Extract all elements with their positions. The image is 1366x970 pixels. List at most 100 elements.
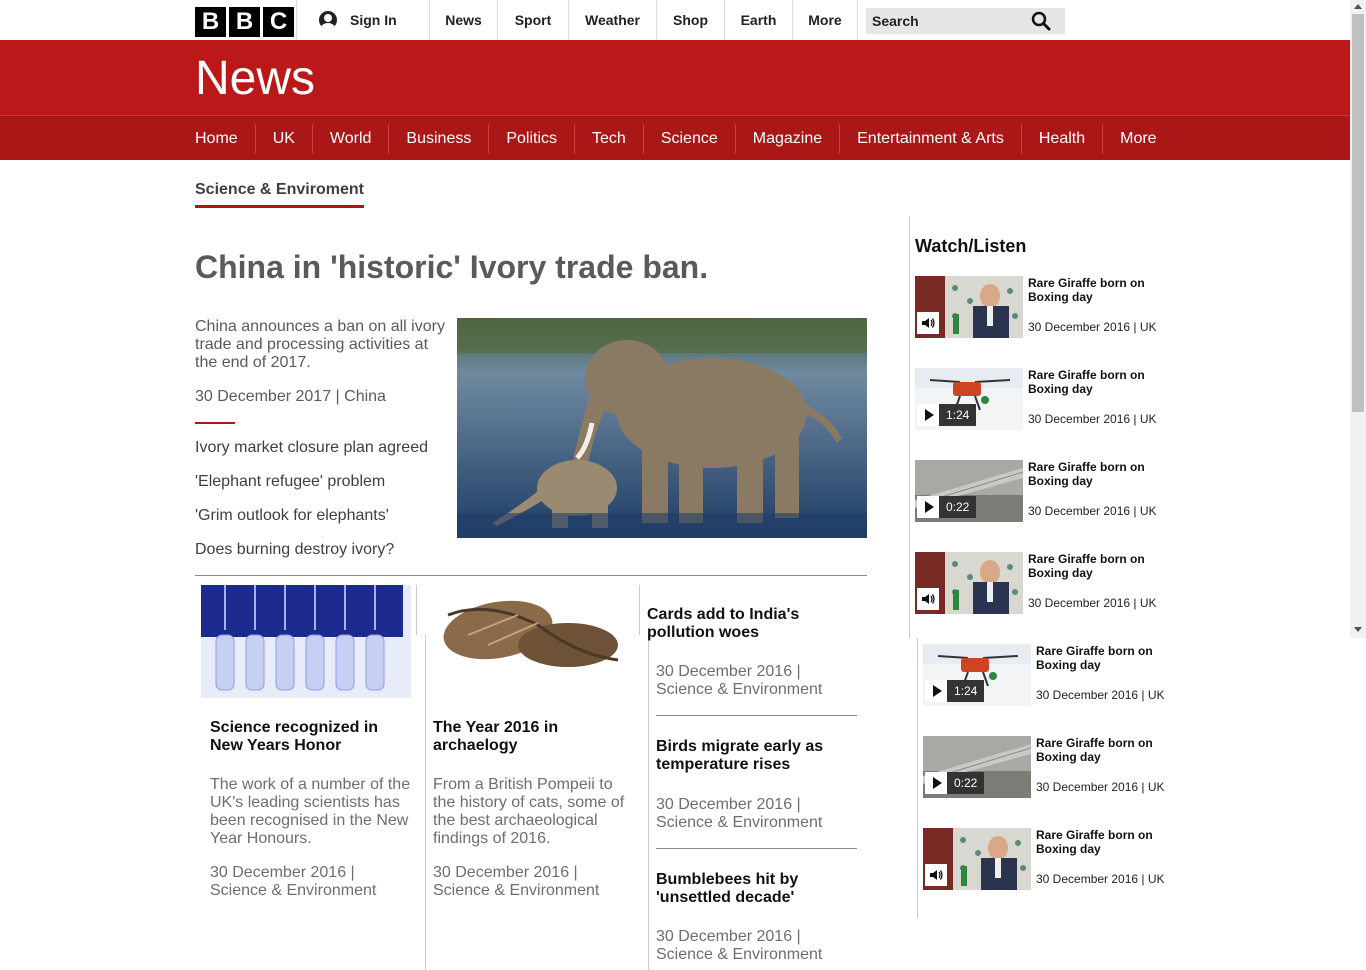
watch-listen-title[interactable]: Rare Giraffe born on Boxing day xyxy=(1036,828,1166,872)
user-icon xyxy=(319,11,337,29)
watch-listen-title[interactable]: Rare Giraffe born on Boxing day xyxy=(1036,644,1166,688)
list-story-title[interactable]: Bumblebees hit by 'unsettled decade' xyxy=(656,871,856,907)
watch-listen-thumbnail[interactable]: 1:24 xyxy=(923,644,1031,706)
watch-listen-item[interactable]: 0:22 Rare Giraffe born on Boxing day 30 De… xyxy=(915,460,1158,530)
play-icon[interactable] xyxy=(925,680,947,702)
scroll-down-arrow-icon[interactable] xyxy=(1354,627,1362,632)
watch-listen-date: 30 December 2016 | UK xyxy=(1028,504,1157,518)
watch-listen-item[interactable]: Rare Giraffe born on Boxing day 30 Decemb… xyxy=(923,828,1166,898)
global-nav-more[interactable]: More xyxy=(792,0,858,40)
watch-listen-thumbnail[interactable]: 0:22 xyxy=(923,736,1031,798)
watch-listen-thumbnail[interactable] xyxy=(915,552,1023,614)
global-nav-weather[interactable]: Weather xyxy=(568,0,656,40)
subnav-world[interactable]: World xyxy=(313,123,390,154)
list-story-title[interactable]: Cards add to India's pollution woes xyxy=(647,606,852,642)
card-date: 30 December 2016 | Science & Environment xyxy=(433,864,600,899)
speaker-icon[interactable] xyxy=(925,864,947,886)
watch-listen-text: Rare Giraffe born on Boxing day 30 Decemb… xyxy=(1028,460,1158,518)
watch-listen-title[interactable]: Rare Giraffe born on Boxing day xyxy=(1036,736,1166,780)
bbc-logo[interactable]: B B C xyxy=(195,7,294,37)
related-link[interactable]: Does burning destroy ivory? xyxy=(195,541,428,575)
global-nav-sport[interactable]: Sport xyxy=(497,0,568,40)
search-icon[interactable] xyxy=(1031,11,1051,31)
subnav-tech[interactable]: Tech xyxy=(575,123,644,154)
watch-listen-text: Rare Giraffe born on Boxing day 30 Decemb… xyxy=(1028,368,1158,426)
play-badge[interactable]: 0:22 xyxy=(925,772,985,794)
watch-listen-date: 30 December 2016 | UK xyxy=(1028,596,1157,610)
logo-letter-b2: B xyxy=(229,7,260,37)
elephant-image[interactable] xyxy=(457,318,867,538)
card-summary: From a British Pompeii to the history of… xyxy=(433,776,625,847)
section-tab-science-environment[interactable]: Science & Enviroment xyxy=(195,181,364,208)
card-title[interactable]: The Year 2016 in archaelogy xyxy=(433,719,633,755)
watch-listen-title[interactable]: Rare Giraffe born on Boxing day xyxy=(1028,552,1158,596)
mummified-cat-image[interactable] xyxy=(428,585,632,698)
column-divider xyxy=(639,585,640,635)
watch-listen-thumbnail[interactable]: 0:22 xyxy=(915,460,1023,522)
list-story-date: 30 December 2016 | Science & Environment xyxy=(656,663,823,698)
speaker-icon[interactable] xyxy=(917,312,939,334)
video-duration: 0:22 xyxy=(939,496,977,518)
subnav-entertainment-arts[interactable]: Entertainment & Arts xyxy=(840,123,1022,154)
news-header: News xyxy=(0,40,1350,115)
play-icon[interactable] xyxy=(925,772,947,794)
watch-listen-item[interactable]: 0:22 Rare Giraffe born on Boxing day 30 De… xyxy=(923,736,1166,806)
watch-listen-date: 30 December 2016 | UK xyxy=(1036,688,1165,702)
global-nav-earth[interactable]: Earth xyxy=(724,0,792,40)
subnav-politics[interactable]: Politics xyxy=(489,123,576,154)
subnav-science[interactable]: Science xyxy=(644,123,736,154)
list-story-date: 30 December 2016 | Science & Environment xyxy=(656,928,823,963)
related-link[interactable]: 'Grim outlook for elephants' xyxy=(195,507,428,541)
list-divider xyxy=(656,715,857,716)
watch-listen-thumbnail[interactable] xyxy=(923,828,1031,890)
news-title[interactable]: News xyxy=(195,51,315,106)
global-nav: News Sport Weather Shop Earth More xyxy=(429,0,858,40)
lead-divider xyxy=(195,422,235,424)
play-badge[interactable]: 1:24 xyxy=(917,404,977,426)
page-scrollbar[interactable] xyxy=(1350,0,1366,638)
watch-listen-title[interactable]: Rare Giraffe born on Boxing day xyxy=(1028,368,1158,412)
subnav-business[interactable]: Business xyxy=(389,123,490,154)
lab-vials-image[interactable] xyxy=(201,585,411,698)
watch-listen-thumbnail[interactable] xyxy=(915,276,1023,338)
column-divider xyxy=(416,585,417,635)
scroll-up-arrow-icon[interactable] xyxy=(1354,4,1362,9)
watch-listen-thumbnail[interactable]: 1:24 xyxy=(915,368,1023,430)
list-story-title[interactable]: Birds migrate early as temperature rises xyxy=(656,738,856,774)
sign-in-link[interactable]: Sign In xyxy=(296,0,429,40)
sidebar-divider xyxy=(909,216,910,638)
subnav-home[interactable]: Home xyxy=(195,123,256,154)
global-nav-shop[interactable]: Shop xyxy=(656,0,724,40)
subnav-more[interactable]: More xyxy=(1103,124,1173,154)
related-link[interactable]: 'Elephant refugee' problem xyxy=(195,473,428,507)
watch-listen-item[interactable]: 1:24 Rare Giraffe born on Boxing day 30 De… xyxy=(923,644,1166,714)
global-top-bar: B B C Sign In News Sport Weather Shop Ea… xyxy=(0,0,1350,40)
lead-summary: China announces a ban on all ivory trade… xyxy=(195,318,445,371)
global-nav-news[interactable]: News xyxy=(429,0,497,40)
speaker-icon[interactable] xyxy=(917,588,939,610)
watch-listen-text: Rare Giraffe born on Boxing day 30 Decemb… xyxy=(1028,552,1158,610)
play-icon[interactable] xyxy=(917,496,939,518)
related-link[interactable]: Ivory market closure plan agreed xyxy=(195,439,428,473)
watch-listen-text: Rare Giraffe born on Boxing day 30 Decemb… xyxy=(1036,828,1166,886)
watch-listen-item[interactable]: Rare Giraffe born on Boxing day 30 Decemb… xyxy=(915,276,1158,346)
subnav-health[interactable]: Health xyxy=(1022,123,1104,154)
watch-listen-title[interactable]: Rare Giraffe born on Boxing day xyxy=(1028,276,1158,320)
subnav-magazine[interactable]: Magazine xyxy=(736,123,841,154)
watch-listen-item[interactable]: 1:24 Rare Giraffe born on Boxing day 30 De… xyxy=(915,368,1158,438)
lead-date: 30 December 2017 | China xyxy=(195,388,386,405)
watch-listen-item[interactable]: Rare Giraffe born on Boxing day 30 Decemb… xyxy=(915,552,1158,622)
watch-listen-text: Rare Giraffe born on Boxing day 30 Decemb… xyxy=(1036,644,1166,702)
card-title[interactable]: Science recognized in New Years Honor xyxy=(210,719,410,755)
subnav-uk[interactable]: UK xyxy=(256,123,313,154)
sign-in-label: Sign In xyxy=(350,12,397,28)
play-badge[interactable]: 0:22 xyxy=(917,496,977,518)
search-input[interactable]: Search xyxy=(866,8,1065,34)
watch-listen-title[interactable]: Rare Giraffe born on Boxing day xyxy=(1028,460,1158,504)
scroll-thumb[interactable] xyxy=(1352,14,1364,412)
watch-listen-date: 30 December 2016 | UK xyxy=(1028,412,1157,426)
play-badge[interactable]: 1:24 xyxy=(925,680,985,702)
lead-headline[interactable]: China in 'historic' Ivory trade ban. xyxy=(195,249,708,286)
play-icon[interactable] xyxy=(917,404,939,426)
video-duration: 1:24 xyxy=(947,680,985,702)
